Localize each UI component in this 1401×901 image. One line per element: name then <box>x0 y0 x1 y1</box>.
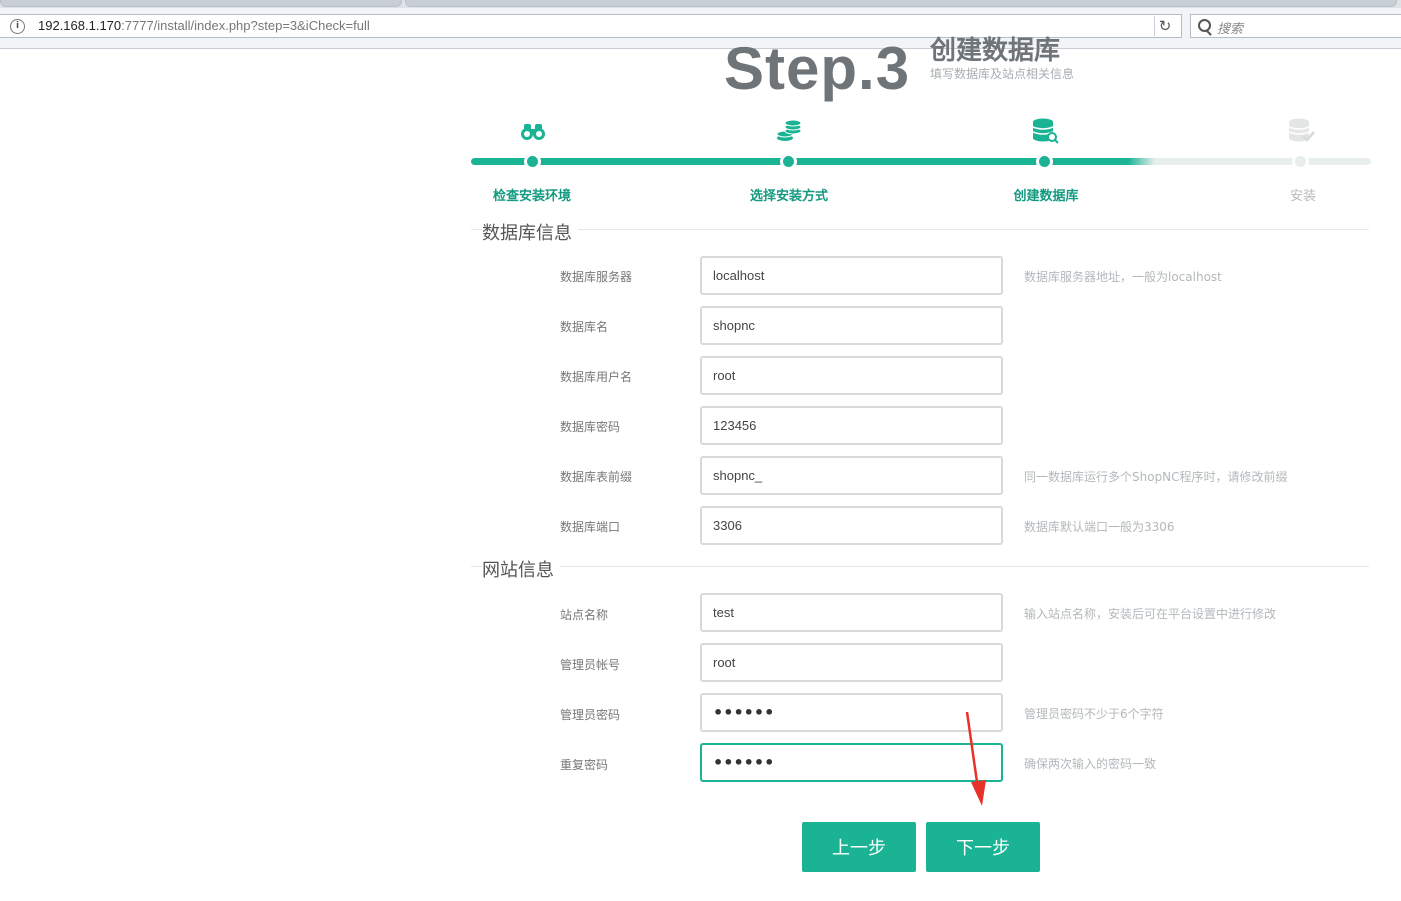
repeat-password-label: 重复密码 <box>560 758 609 772</box>
url-host: 192.168.1.170 <box>38 18 122 33</box>
db-port-hint: 数据库默认端口一般为3306 <box>1024 520 1175 534</box>
info-icon[interactable]: i <box>10 19 25 34</box>
site-name-label: 站点名称 <box>560 608 609 622</box>
url-path: :7777/install/index.php?step=3&iCheck=fu… <box>121 18 370 33</box>
step-dot-1 <box>524 153 541 170</box>
step-label-3: 创建数据库 <box>1013 189 1079 204</box>
db-port-label: 数据库端口 <box>560 520 621 534</box>
repeat-password-input[interactable] <box>700 743 1003 782</box>
step-dot-2 <box>780 153 797 170</box>
step-label-1: 检查安装环境 <box>492 189 572 204</box>
db-password-label: 数据库密码 <box>560 420 621 434</box>
step-dot-3 <box>1036 153 1053 170</box>
coins-icon <box>776 119 802 141</box>
browser-tab[interactable] <box>405 0 1397 7</box>
step-label-4: 安装 <box>1289 189 1317 204</box>
step-label-2: 选择安装方式 <box>749 189 829 204</box>
admin-account-label: 管理员帐号 <box>560 658 621 672</box>
db-prefix-hint: 同一数据库运行多个ShopNC程序时，请修改前缀 <box>1024 470 1288 484</box>
db-server-input[interactable] <box>700 256 1003 295</box>
db-password-input[interactable] <box>700 406 1003 445</box>
site-section-title: 网站信息 <box>482 556 560 582</box>
section-divider <box>471 229 1369 230</box>
progress-track <box>471 158 1371 165</box>
db-section-title: 数据库信息 <box>482 219 578 245</box>
annotation-arrow-icon <box>965 711 986 806</box>
db-server-label: 数据库服务器 <box>560 270 633 284</box>
db-port-input[interactable] <box>700 506 1003 545</box>
site-name-input[interactable] <box>700 593 1003 632</box>
db-prefix-label: 数据库表前缀 <box>560 470 633 484</box>
db-name-label: 数据库名 <box>560 320 609 334</box>
repeat-password-hint: 确保两次输入的密码一致 <box>1024 757 1157 771</box>
admin-password-input[interactable] <box>700 693 1003 732</box>
step-number: Step.3 <box>724 35 911 102</box>
url-text[interactable]: 192.168.1.170:7777/install/index.php?ste… <box>38 18 370 33</box>
admin-account-input[interactable] <box>700 643 1003 682</box>
step-description: 填写数据库及站点相关信息 <box>930 67 1075 81</box>
admin-password-label: 管理员密码 <box>560 708 621 722</box>
search-placeholder: 搜索 <box>1217 22 1244 37</box>
step-title: 创建数据库 <box>930 36 1061 66</box>
browser-tab[interactable] <box>0 0 402 7</box>
site-name-hint: 输入站点名称，安装后可在平台设置中进行修改 <box>1024 607 1277 621</box>
database-check-icon <box>1288 118 1315 142</box>
reload-icon[interactable]: ↻ <box>1154 16 1175 36</box>
search-icon <box>1198 19 1211 32</box>
step-dot-4 <box>1292 153 1309 170</box>
prev-step-button[interactable]: 上一步 <box>802 822 916 872</box>
db-server-hint: 数据库服务器地址，一般为localhost <box>1024 270 1222 284</box>
db-user-label: 数据库用户名 <box>560 370 633 384</box>
tab-strip <box>0 0 1401 8</box>
database-key-icon <box>1032 118 1059 144</box>
db-prefix-input[interactable] <box>700 456 1003 495</box>
search-box[interactable]: 搜索 <box>1190 14 1401 38</box>
db-user-input[interactable] <box>700 356 1003 395</box>
next-step-button[interactable]: 下一步 <box>926 822 1040 872</box>
admin-password-hint: 管理员密码不少于6个字符 <box>1024 707 1164 721</box>
binoculars-icon <box>521 124 545 140</box>
browser-toolbar: i 192.168.1.170:7777/install/index.php?s… <box>0 8 1401 49</box>
section-divider <box>471 566 1369 567</box>
db-name-input[interactable] <box>700 306 1003 345</box>
